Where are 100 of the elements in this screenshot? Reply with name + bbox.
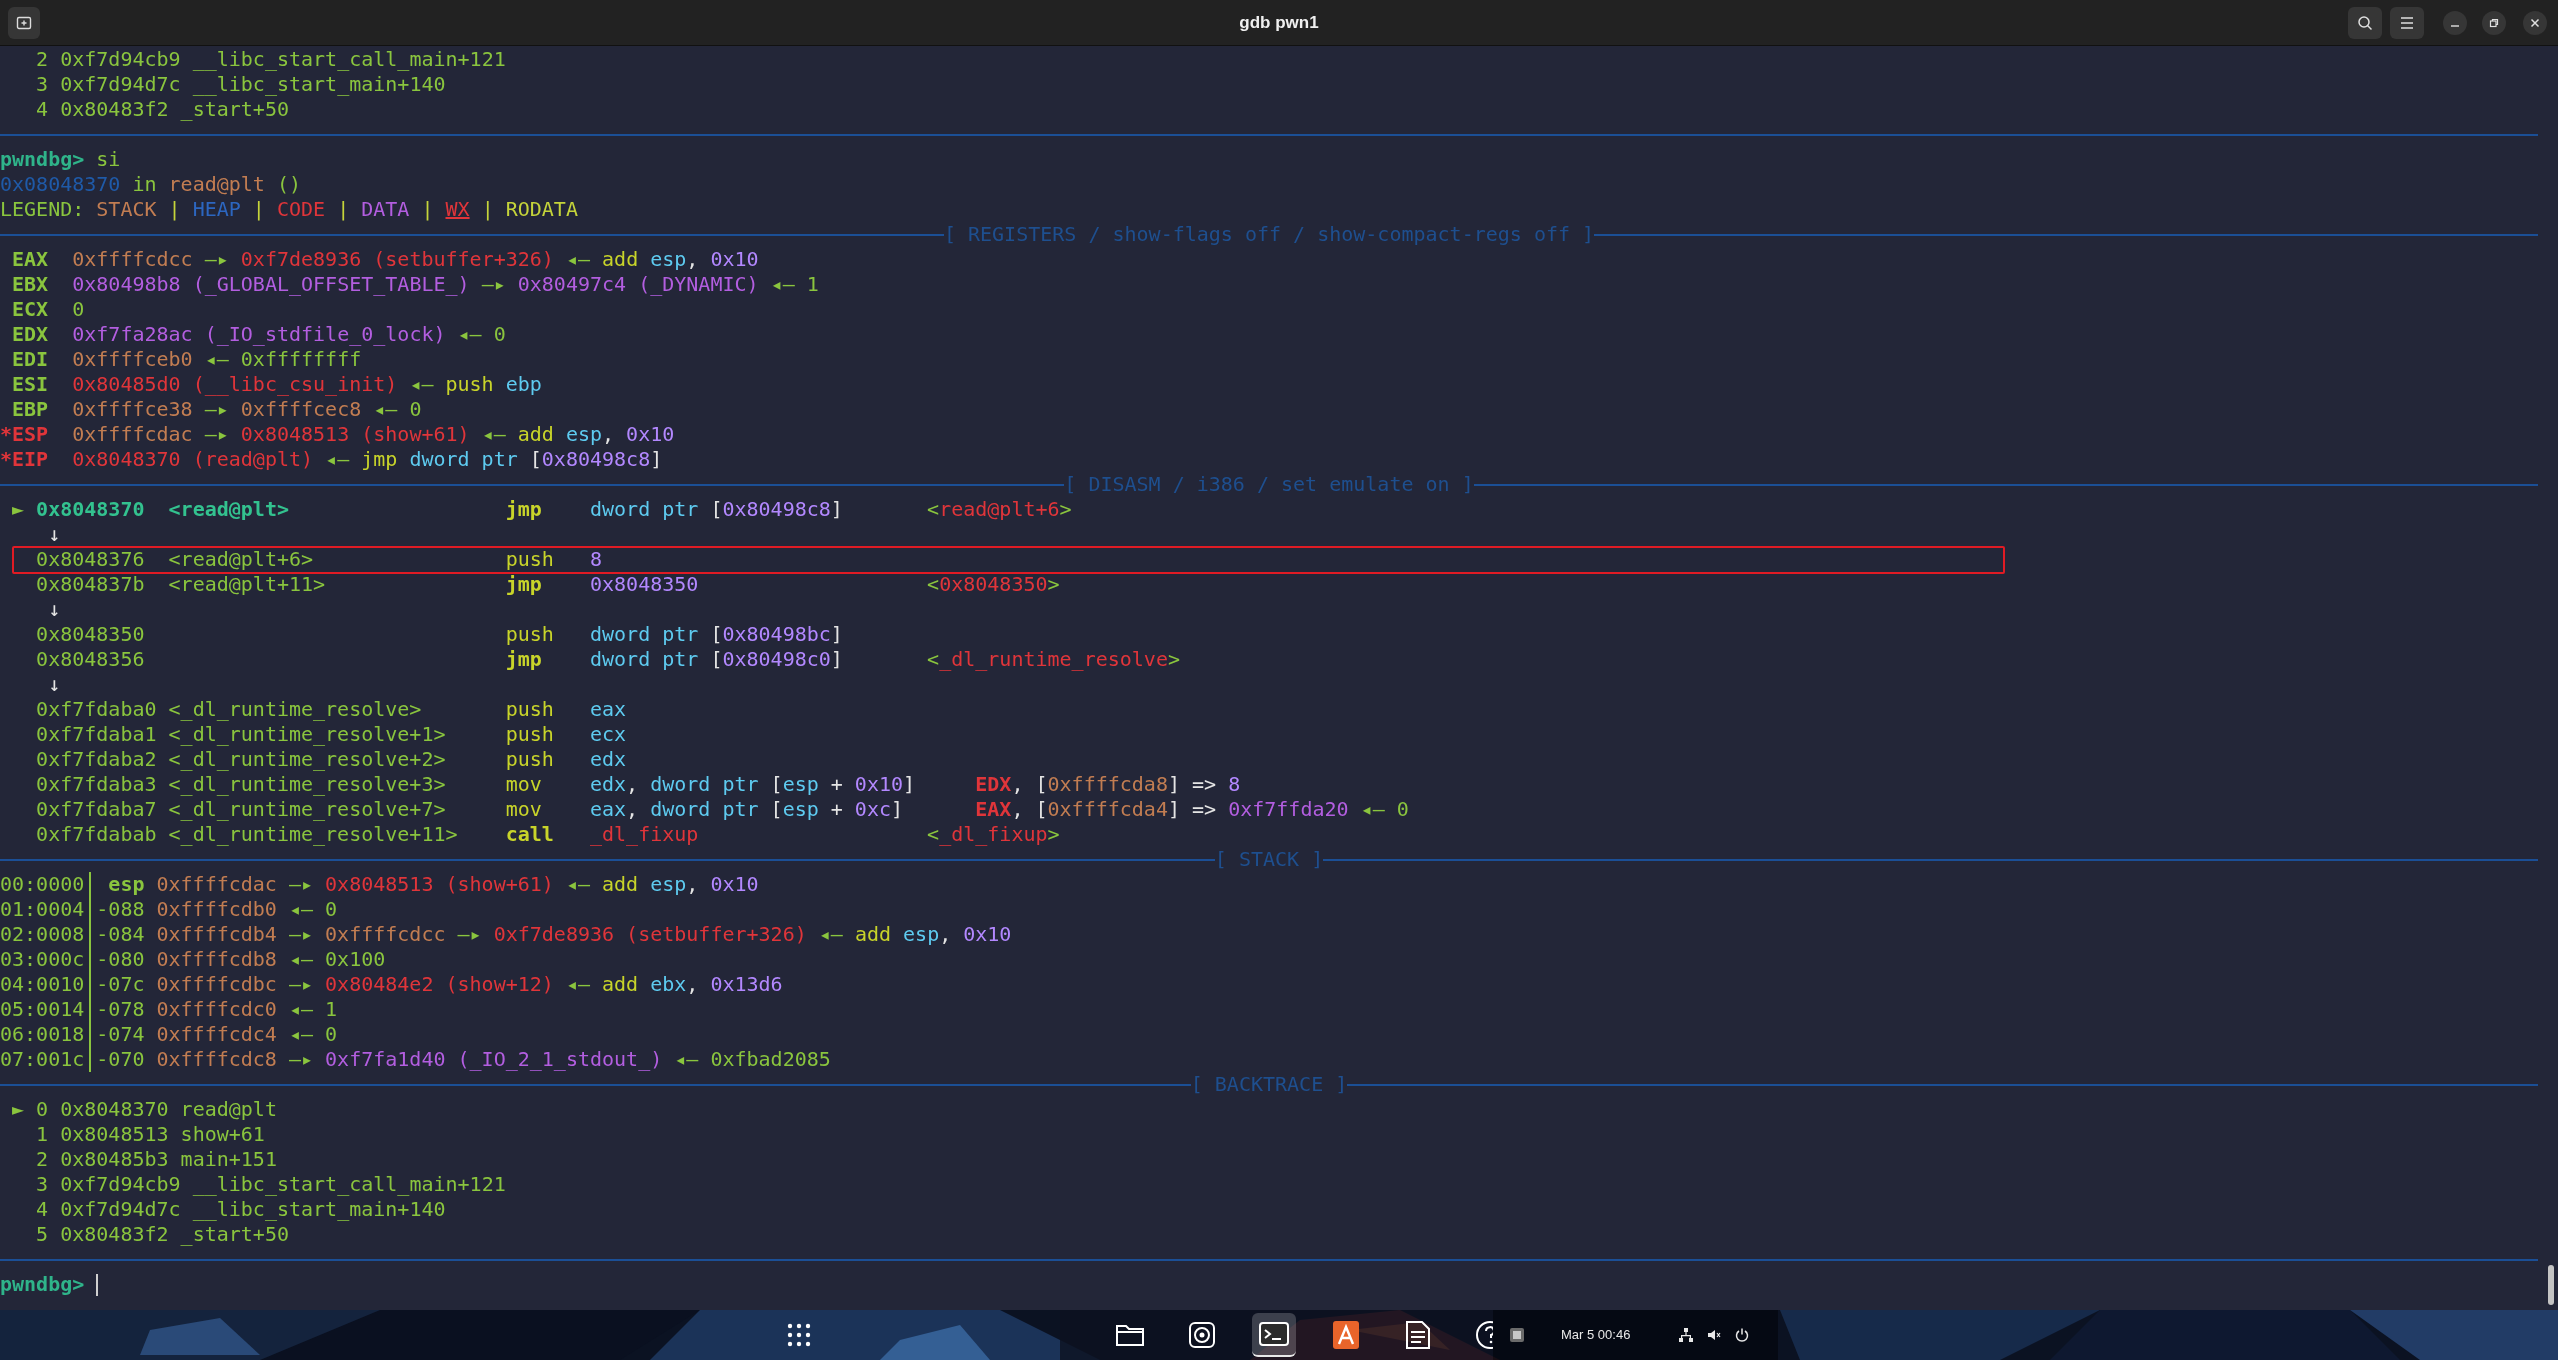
value-text: 0 <box>1396 797 1409 822</box>
code-reference: 0x8048513 <box>325 872 434 897</box>
stack-reference: 0xffffcda8 <box>1047 772 1168 797</box>
stack-reference: 0xffffce38 <box>72 397 193 422</box>
stack-reference: 0xffffcdcc <box>325 922 446 947</box>
scrollbar-thumb[interactable] <box>2548 1265 2554 1305</box>
instruction-mnemonic: add <box>602 972 639 997</box>
close-button[interactable] <box>2523 11 2547 35</box>
punctuation: [ <box>1035 797 1048 822</box>
punctuation: + <box>830 772 843 797</box>
code-reference: read@plt+6 <box>939 497 1060 522</box>
stack-offset: -070 <box>96 1047 145 1071</box>
data-reference: 0xf7ffda20 <box>1228 797 1349 822</box>
punctuation: , <box>602 422 615 447</box>
menu-button[interactable] <box>2390 7 2424 39</box>
search-button[interactable] <box>2348 7 2382 39</box>
number-literal: 0x80498c0 <box>722 647 831 672</box>
punctuation: [ <box>710 622 723 647</box>
section-title: [ REGISTERS / show-flags off / show-compact-regs off ] <box>943 222 1595 247</box>
dock-item[interactable] <box>1252 1313 1296 1357</box>
new-tab-button[interactable] <box>8 7 40 39</box>
instruction-mnemonic: push <box>505 747 554 771</box>
punctuation: ] <box>830 622 843 647</box>
code-reference: (show+61) <box>361 422 470 447</box>
register-operand: esp <box>565 422 603 447</box>
data-reference: (_GLOBAL_OFFSET_TABLE_) <box>192 272 470 297</box>
legend-item: | <box>252 197 265 222</box>
code-reference: (show+61) <box>445 872 554 897</box>
value-text: () <box>276 172 302 197</box>
stack-index: 04:0010 <box>0 972 85 996</box>
register-name: *EIP <box>0 447 49 471</box>
stack-reference: 0xffffcdcc <box>72 247 193 272</box>
value-text: 0 <box>493 322 506 347</box>
punctuation: [ <box>770 797 783 822</box>
frame-symbol: _start+50 <box>180 97 289 122</box>
punctuation: [ <box>710 497 723 522</box>
register-operand: ebp <box>505 372 542 397</box>
pointer-arrow: ◂— <box>481 422 506 447</box>
stack-offset: -078 <box>96 997 145 1021</box>
number-literal: 8 <box>1228 772 1241 797</box>
stack-reference: 0xffffcdc8 <box>156 1047 277 1072</box>
register-label: EAX <box>975 797 1012 822</box>
value-text: < <box>927 822 940 847</box>
stack-reference: 0xffffcdc0 <box>156 997 277 1022</box>
register-label: EDX <box>975 772 1012 797</box>
restore-icon <box>2489 18 2499 28</box>
clock[interactable]: Mar 5 00:46 <box>1561 1325 1631 1345</box>
instruction-address: 0xf7fdaba1 <box>36 722 157 746</box>
instruction-mnemonic: push <box>505 547 554 571</box>
register-name: EBP <box>12 397 49 421</box>
volume-icon[interactable] <box>1706 1327 1723 1343</box>
code-reference: 0x8048513 <box>240 422 350 447</box>
code-reference: _dl_fixup <box>939 822 1048 847</box>
pointer-arrow: ◂— <box>565 247 590 272</box>
value-text: > <box>1047 822 1060 847</box>
pointer-arrow: ◂— <box>288 897 314 922</box>
pointer-arrow: ◂— <box>288 997 314 1022</box>
legend-item: WX <box>445 197 470 222</box>
instruction-mnemonic: jmp <box>505 647 542 671</box>
data-reference: (_IO_stdfile_0_lock) <box>204 322 446 347</box>
instruction-mnemonic: mov <box>505 797 542 821</box>
stack-reference: 0xffffcdb8 <box>156 947 277 972</box>
frame-address: 0x8048370 <box>60 1097 169 1122</box>
minimize-button[interactable] <box>2443 11 2467 35</box>
stack-offset: -088 <box>96 897 145 921</box>
register-operand: edx <box>589 772 627 797</box>
stack-reference: 0xffffcdbc <box>156 972 277 997</box>
stack-reference: 0xffffcdb0 <box>156 897 277 922</box>
register-operand: esp <box>650 247 687 272</box>
instruction-mnemonic: mov <box>505 772 542 796</box>
register-operand: ebx <box>650 972 687 997</box>
frame-symbol: __libc_start_main+140 <box>192 72 446 97</box>
maximize-button[interactable] <box>2482 11 2506 35</box>
stack-index: 05:0014 <box>0 997 85 1021</box>
apps-grid-icon[interactable] <box>787 1323 811 1347</box>
code-reference: _dl_fixup <box>589 822 699 847</box>
punctuation: , <box>686 872 699 897</box>
value-text: < <box>927 572 940 597</box>
stack-reference: 0xffffcdc4 <box>156 1022 277 1047</box>
frame-address: 0x80483f2 <box>60 1222 169 1247</box>
data-reference: 0xf7fa1d40 <box>325 1047 446 1072</box>
frame-symbol: __libc_start_main+140 <box>192 1197 446 1222</box>
data-reference: 0xf7fa28ac <box>72 322 193 347</box>
frame-symbol: __libc_start_call_main+121 <box>192 47 506 72</box>
power-icon[interactable] <box>1734 1327 1751 1343</box>
stack-reference: 0xffffcdac <box>156 872 277 897</box>
register-operand: esp <box>782 797 819 822</box>
instruction-mnemonic: jmp <box>505 572 542 596</box>
punctuation: , <box>939 922 952 947</box>
number-literal: 0xc <box>854 797 891 822</box>
stack-index: 01:0004 <box>0 897 85 921</box>
punctuation: ] <box>830 647 843 672</box>
instruction-address: 0x8048370 <box>36 497 145 521</box>
instruction-mnemonic: push <box>505 697 554 721</box>
thumbnail-icon[interactable] <box>1509 1327 1525 1343</box>
instruction-mnemonic: add <box>854 922 891 947</box>
instruction-symbol: <_dl_runtime_resolve+1> <box>168 722 446 746</box>
instruction-symbol: <_dl_runtime_resolve+7> <box>168 797 446 821</box>
network-icon[interactable] <box>1678 1327 1695 1343</box>
stack-offset: -07c <box>96 972 145 996</box>
